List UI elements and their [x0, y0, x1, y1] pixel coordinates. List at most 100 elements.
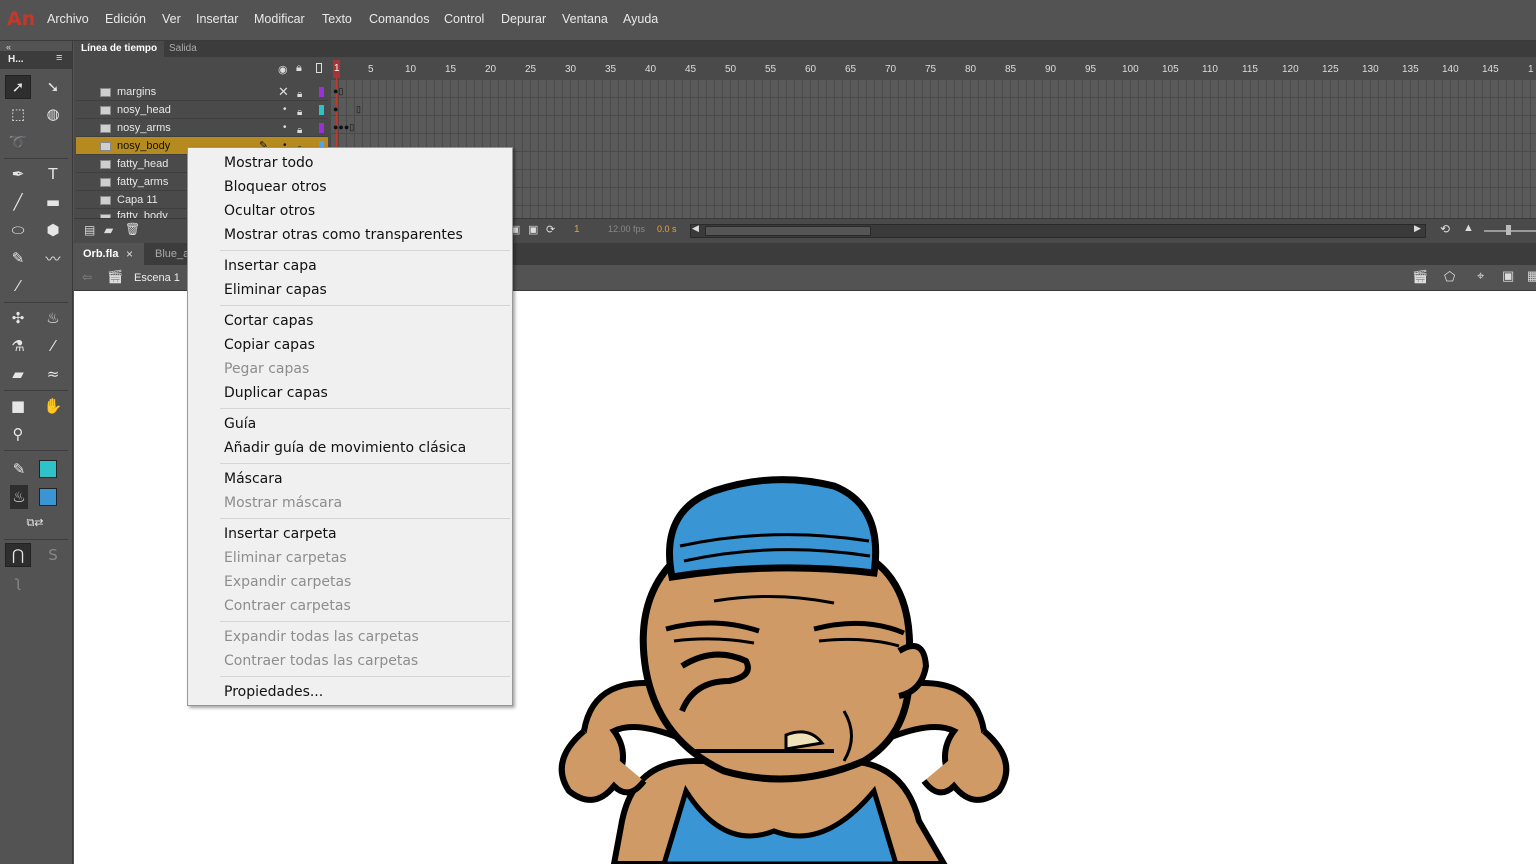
selection-icon[interactable]: ➚	[5, 75, 31, 99]
rectangle-icon[interactable]: ▬	[40, 190, 66, 214]
zoom-slider-thumb[interactable]	[1506, 225, 1511, 235]
timeline-scrollbar[interactable]: ◀ ▶	[690, 223, 1426, 238]
menu-archivo[interactable]: Archivo	[47, 12, 89, 26]
paint-bucket-icon[interactable]: ♨	[40, 306, 66, 330]
menu-item-guia[interactable]: Guía	[224, 416, 256, 432]
edit-scene-icon[interactable]: 🎬︎	[1412, 269, 1429, 285]
free-transform-icon[interactable]: ⬚	[5, 102, 31, 126]
camera-icon[interactable]: ■	[5, 394, 31, 418]
elapsed-time[interactable]: 0.0 s	[657, 224, 677, 234]
visibility-dot-icon[interactable]: •	[283, 119, 287, 137]
scene-name[interactable]: Escena 1	[134, 272, 180, 284]
tab-timeline[interactable]: Línea de tiempo	[74, 41, 165, 57]
menu-control[interactable]: Control	[444, 12, 484, 26]
clip-content-icon[interactable]: ▣	[1502, 268, 1514, 284]
stroke-color-swatch[interactable]	[39, 460, 57, 478]
scroll-left-icon[interactable]: ◀	[692, 223, 699, 234]
visibility-dot-icon[interactable]: •	[283, 101, 287, 119]
scroll-thumb[interactable]	[705, 226, 871, 236]
show-hide-all-icon[interactable]: ◉	[278, 63, 288, 76]
menu-texto[interactable]: Texto	[322, 12, 352, 26]
menu-modificar[interactable]: Modificar	[254, 12, 305, 26]
keyframe-icon[interactable]: ●	[333, 104, 338, 114]
straighten-icon[interactable]: ʅ	[5, 570, 31, 594]
new-layer-icon[interactable]: ▤	[84, 223, 95, 237]
eraser-icon[interactable]: ▰	[5, 362, 31, 386]
polystar-icon[interactable]: ⬢	[40, 218, 66, 242]
playhead[interactable]: 1	[333, 60, 340, 78]
menu-item-insertar-capa[interactable]: Insertar capa	[224, 258, 317, 274]
close-icon[interactable]: ×	[126, 247, 133, 261]
center-stage-icon[interactable]: ⌖	[1477, 268, 1484, 284]
layer-color-swatch[interactable]	[319, 87, 324, 97]
swap-colors-icon[interactable]: ⧉⇄	[20, 511, 50, 535]
menu-depurar[interactable]: Depurar	[501, 12, 546, 26]
menu-item-copiar-capas[interactable]: Copiar capas	[224, 337, 315, 353]
menu-ver[interactable]: Ver	[162, 12, 181, 26]
keyframe-icon[interactable]: ▯	[356, 104, 361, 115]
timeline-tabs: Línea de tiempo Salida	[74, 41, 1536, 57]
menu-ventana[interactable]: Ventana	[562, 12, 608, 26]
brush-icon[interactable]: 〰	[40, 246, 66, 270]
outline-all-icon[interactable]	[316, 63, 322, 73]
snap-to-objects-icon[interactable]: ⋂	[5, 543, 31, 567]
layer-color-swatch[interactable]	[319, 123, 324, 133]
fill-color-swatch[interactable]	[39, 488, 57, 506]
edit-multiple-frames-icon[interactable]: ⟳	[546, 223, 555, 236]
frame-ruler[interactable]: 5 10 15 20 25 30 35 40 45 50 55 60 65 70 75 80 85 90 95 100…	[330, 60, 1536, 80]
smooth-icon[interactable]: S	[40, 543, 66, 567]
width-icon[interactable]: ≈	[40, 362, 66, 386]
eyedropper-icon[interactable]: ⁄	[40, 334, 66, 358]
layer-row[interactable]: nosy_arms • 🔒︎	[76, 119, 328, 137]
paint-brush-icon[interactable]: ⁄	[5, 274, 31, 298]
panel-menu-icon[interactable]: ≡	[56, 52, 62, 64]
menu-item-mascara[interactable]: Máscara	[224, 471, 283, 487]
menu-edicion[interactable]: Edición	[105, 12, 146, 26]
hidden-icon[interactable]: ✕	[278, 83, 289, 101]
ink-bottle-icon[interactable]: ⚗	[5, 334, 31, 358]
back-arrow-icon[interactable]: ⇦	[82, 270, 92, 284]
menu-item-guia-movimiento[interactable]: Añadir guía de movimiento clásica	[224, 440, 466, 456]
loop-icon[interactable]: ⟲	[1440, 222, 1450, 236]
menu-item-insertar-carpeta[interactable]: Insertar carpeta	[224, 526, 337, 542]
menu-insertar[interactable]: Insertar	[196, 12, 238, 26]
menu-item-duplicar-capas[interactable]: Duplicar capas	[224, 385, 328, 401]
lasso-icon[interactable]: ➰	[5, 130, 31, 154]
menu-item-ocultar-otros[interactable]: Ocultar otros	[224, 203, 315, 219]
menu-comandos[interactable]: Comandos	[369, 12, 429, 26]
bone-icon[interactable]: ✣	[5, 306, 31, 330]
menu-item-mostrar-todo[interactable]: Mostrar todo	[224, 155, 313, 171]
new-folder-icon[interactable]: ▰	[104, 223, 113, 237]
scroll-right-icon[interactable]: ▶	[1414, 223, 1421, 234]
menu-ayuda[interactable]: Ayuda	[623, 12, 658, 26]
line-icon[interactable]: ╱	[5, 190, 31, 214]
layer-color-swatch[interactable]	[319, 105, 324, 115]
tab-orb[interactable]: Orb.fla ×	[74, 243, 144, 265]
oval-icon[interactable]: ⬭	[5, 218, 31, 242]
edit-symbol-icon[interactable]: ⬠	[1444, 269, 1455, 285]
menu-item-bloquear-otros[interactable]: Bloquear otros	[224, 179, 327, 195]
keyframe-icon[interactable]: ●▯	[333, 86, 343, 97]
layer-row[interactable]: margins ✕ 🔒︎	[76, 83, 328, 101]
current-frame[interactable]: 1	[574, 224, 580, 235]
frame-rate[interactable]: 12.00 fps	[608, 224, 645, 234]
tab-output[interactable]: Salida	[162, 41, 204, 57]
zoom-icon[interactable]: ⚲	[5, 422, 31, 446]
menu-item-propiedades[interactable]: Propiedades...	[224, 684, 323, 700]
subselection-icon[interactable]: ➘	[40, 75, 66, 99]
menu-item-mostrar-transparentes[interactable]: Mostrar otras como transparentes	[224, 227, 463, 243]
layer-row[interactable]: nosy_head • 🔒︎	[76, 101, 328, 119]
hand-icon[interactable]: ✋	[40, 394, 66, 418]
text-icon[interactable]: T	[40, 162, 66, 186]
zoom-small-icon[interactable]: ▲	[1463, 222, 1474, 234]
onion-outline-icon[interactable]: ▣	[528, 223, 538, 236]
menu-item-eliminar-capas[interactable]: Eliminar capas	[224, 282, 327, 298]
delete-layer-icon[interactable]: 🗑︎	[125, 222, 140, 236]
stage-size-icon[interactable]: ▦	[1527, 268, 1536, 284]
3d-rotation-icon[interactable]: ◍	[40, 102, 66, 126]
lock-all-icon[interactable]: 🔒︎	[296, 62, 302, 75]
menu-item-cortar-capas[interactable]: Cortar capas	[224, 313, 313, 329]
pen-icon[interactable]: ✒	[5, 162, 31, 186]
pencil-icon[interactable]: ✎	[5, 246, 31, 270]
keyframe-icon[interactable]: ●●●▯	[333, 122, 354, 133]
